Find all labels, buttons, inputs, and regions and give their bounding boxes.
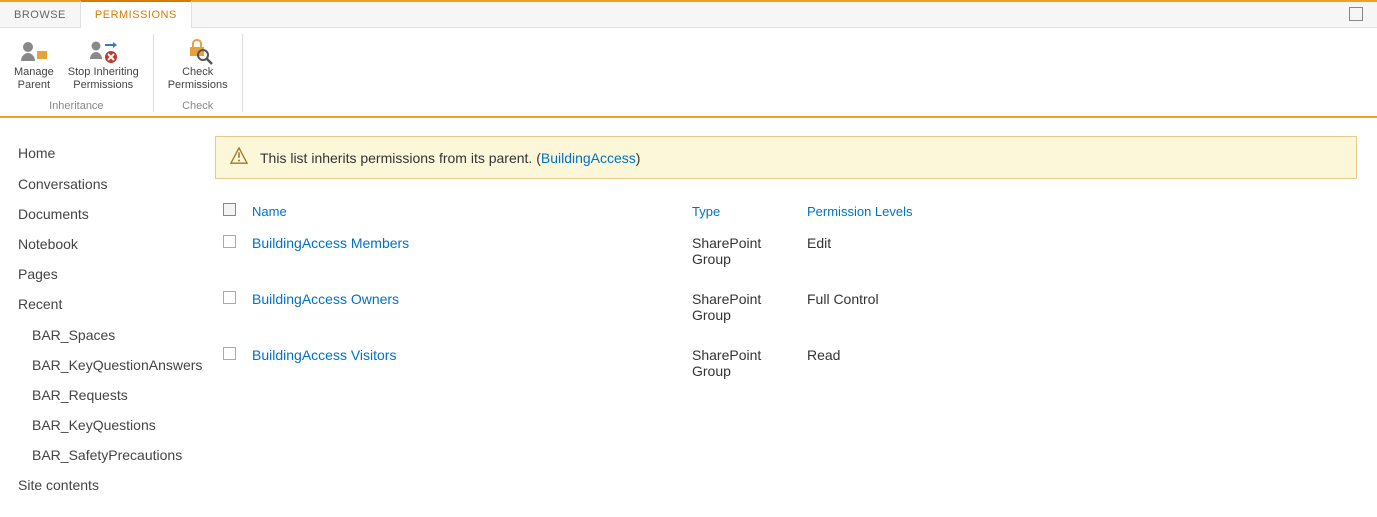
notice-text-suffix: ) — [636, 150, 641, 166]
notice-text: This list inherits permissions from its … — [260, 150, 640, 166]
label-line2: Permissions — [73, 79, 133, 92]
principal-link[interactable]: BuildingAccess Members — [252, 235, 409, 251]
sidebar-item-pages[interactable]: Pages — [18, 259, 203, 289]
tab-permissions[interactable]: PERMISSIONS — [80, 0, 192, 28]
permission-level: Edit — [799, 229, 1115, 285]
sidebar-item-bar-keyquestions[interactable]: BAR_KeyQuestions — [18, 410, 203, 440]
tab-browse[interactable]: BROWSE — [0, 2, 80, 27]
sidebar-item-conversations[interactable]: Conversations — [18, 169, 203, 199]
row-checkbox[interactable] — [223, 347, 236, 360]
permission-level: Full Control — [799, 285, 1115, 341]
sidebar: Home Conversations Documents Notebook Pa… — [0, 118, 215, 500]
sidebar-item-recent[interactable]: Recent — [18, 289, 203, 319]
table-row: BuildingAccess Members SharePoint Group … — [215, 229, 1115, 285]
ribbon-group-label-check: Check — [162, 100, 234, 112]
sidebar-item-home[interactable]: Home — [18, 138, 203, 168]
sidebar-item-documents[interactable]: Documents — [18, 199, 203, 229]
label-line1: Check — [182, 66, 213, 79]
warning-icon — [230, 147, 248, 168]
column-header-type[interactable]: Type — [684, 199, 799, 229]
inheritance-notice: This list inherits permissions from its … — [215, 136, 1357, 179]
content-area: This list inherits permissions from its … — [215, 118, 1377, 500]
table-row: BuildingAccess Owners SharePoint Group F… — [215, 285, 1115, 341]
notice-text-prefix: This list inherits permissions from its … — [260, 150, 541, 166]
column-header-name[interactable]: Name — [244, 199, 684, 229]
row-checkbox[interactable] — [223, 235, 236, 248]
label-line1: Manage — [14, 66, 54, 79]
column-header-permission-levels[interactable]: Permission Levels — [799, 199, 1115, 229]
notice-parent-link[interactable]: BuildingAccess — [541, 150, 636, 166]
permission-level: Read — [799, 341, 1115, 397]
stop-inheriting-button[interactable]: Stop Inheriting Permissions — [62, 34, 145, 94]
tab-strip: BROWSE PERMISSIONS — [0, 0, 1377, 28]
row-checkbox[interactable] — [223, 291, 236, 304]
principal-type: SharePoint Group — [684, 341, 799, 397]
ribbon-group-label-inheritance: Inheritance — [8, 100, 145, 112]
sidebar-item-notebook[interactable]: Notebook — [18, 229, 203, 259]
select-all-checkbox[interactable] — [223, 203, 236, 216]
check-permissions-button[interactable]: Check Permissions — [162, 34, 234, 94]
manage-parent-button[interactable]: Manage Parent — [8, 34, 60, 94]
principal-type: SharePoint Group — [684, 229, 799, 285]
focus-mode-icon[interactable] — [1349, 7, 1363, 21]
sidebar-item-site-contents[interactable]: Site contents — [18, 470, 203, 500]
label-line2: Parent — [18, 79, 50, 92]
manage-parent-icon — [18, 36, 50, 66]
principal-link[interactable]: BuildingAccess Owners — [252, 291, 399, 307]
sidebar-item-bar-safetyprecautions[interactable]: BAR_SafetyPrecautions — [18, 440, 203, 470]
permissions-table: Name Type Permission Levels BuildingAcce… — [215, 199, 1115, 397]
check-permissions-icon — [182, 36, 214, 66]
principal-link[interactable]: BuildingAccess Visitors — [252, 347, 396, 363]
sidebar-item-bar-requests[interactable]: BAR_Requests — [18, 380, 203, 410]
stop-inheriting-icon — [87, 36, 119, 66]
label-line2: Permissions — [168, 79, 228, 92]
principal-type: SharePoint Group — [684, 285, 799, 341]
ribbon-group-inheritance: Manage Parent Stop Inheriting Permission… — [0, 34, 154, 112]
table-row: BuildingAccess Visitors SharePoint Group… — [215, 341, 1115, 397]
label-line1: Stop Inheriting — [68, 66, 139, 79]
sidebar-item-bar-spaces[interactable]: BAR_Spaces — [18, 320, 203, 350]
ribbon-group-check: Check Permissions Check — [154, 34, 243, 112]
sidebar-item-bar-keyquestionanswers[interactable]: BAR_KeyQuestionAnswers — [18, 350, 203, 380]
ribbon: Manage Parent Stop Inheriting Permission… — [0, 28, 1377, 118]
